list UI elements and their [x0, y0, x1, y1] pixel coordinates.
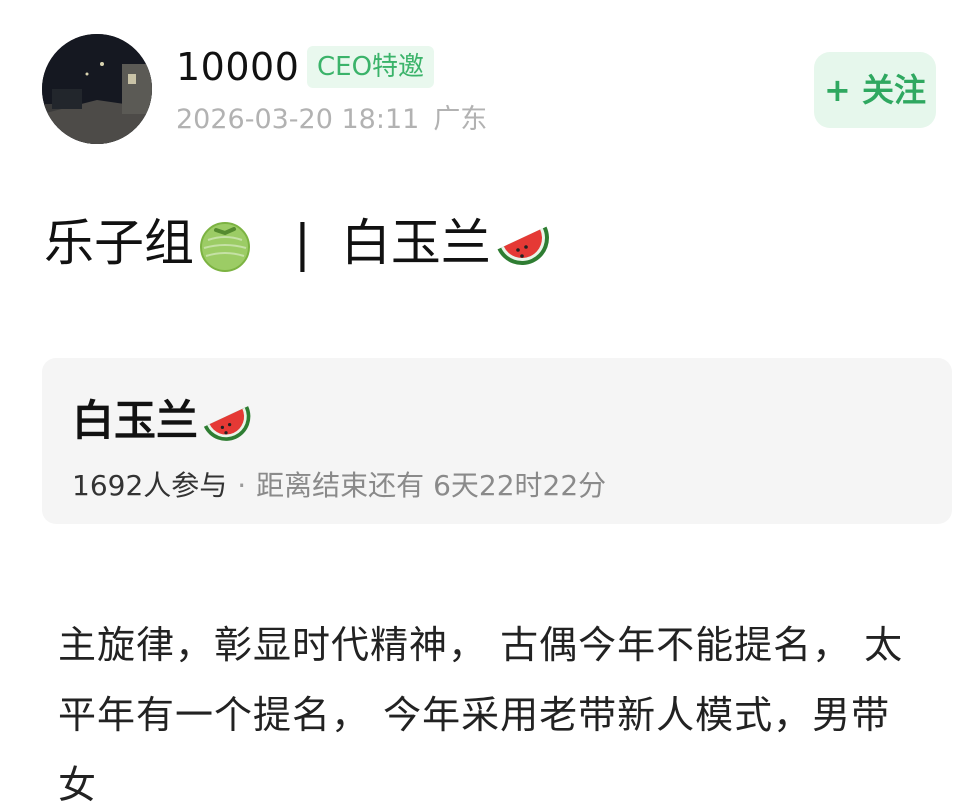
watermelon-icon: [491, 212, 553, 274]
vote-participants: 1692人参与: [72, 469, 228, 502]
vote-title: 白玉兰: [72, 390, 254, 452]
post-timestamp: 2026-03-20 18:11: [176, 104, 420, 135]
post-title-left: 乐子组: [44, 214, 194, 272]
author-avatar[interactable]: [42, 34, 152, 144]
post-title: 乐子组 | 白玉兰: [44, 205, 553, 281]
follow-button[interactable]: + 关注: [814, 52, 936, 128]
vote-stats: 1692人参与 · 距离结束还有 6天22时22分: [72, 466, 606, 506]
title-divider: |: [294, 214, 311, 272]
vote-time-left: 距离结束还有 6天22时22分: [256, 469, 607, 502]
watermelon-icon: [198, 393, 254, 449]
vote-title-text: 白玉兰: [72, 396, 199, 445]
author-name[interactable]: 10000: [176, 40, 299, 94]
night-street-avatar-icon: [42, 34, 152, 144]
post-title-right: 白玉兰: [340, 214, 491, 272]
post-body-text: 主旋律，彰显时代精神， 古偶今年不能提名， 太平年有一个提名， 今年采用老带新人…: [58, 623, 904, 803]
melon-icon: [194, 212, 256, 274]
post-location: 广东: [433, 104, 488, 135]
vote-card[interactable]: 白玉兰 1692人参与 · 距离结束还有 6天22时22分: [42, 358, 952, 524]
post-page: 10000 CEO特邀 2026-03-20 18:11 广东 + 关注 乐子组 …: [0, 0, 964, 803]
post-meta: 2026-03-20 18:11 广东: [176, 101, 487, 139]
ceo-badge: CEO特邀: [307, 46, 435, 88]
stats-separator: ·: [237, 469, 247, 502]
